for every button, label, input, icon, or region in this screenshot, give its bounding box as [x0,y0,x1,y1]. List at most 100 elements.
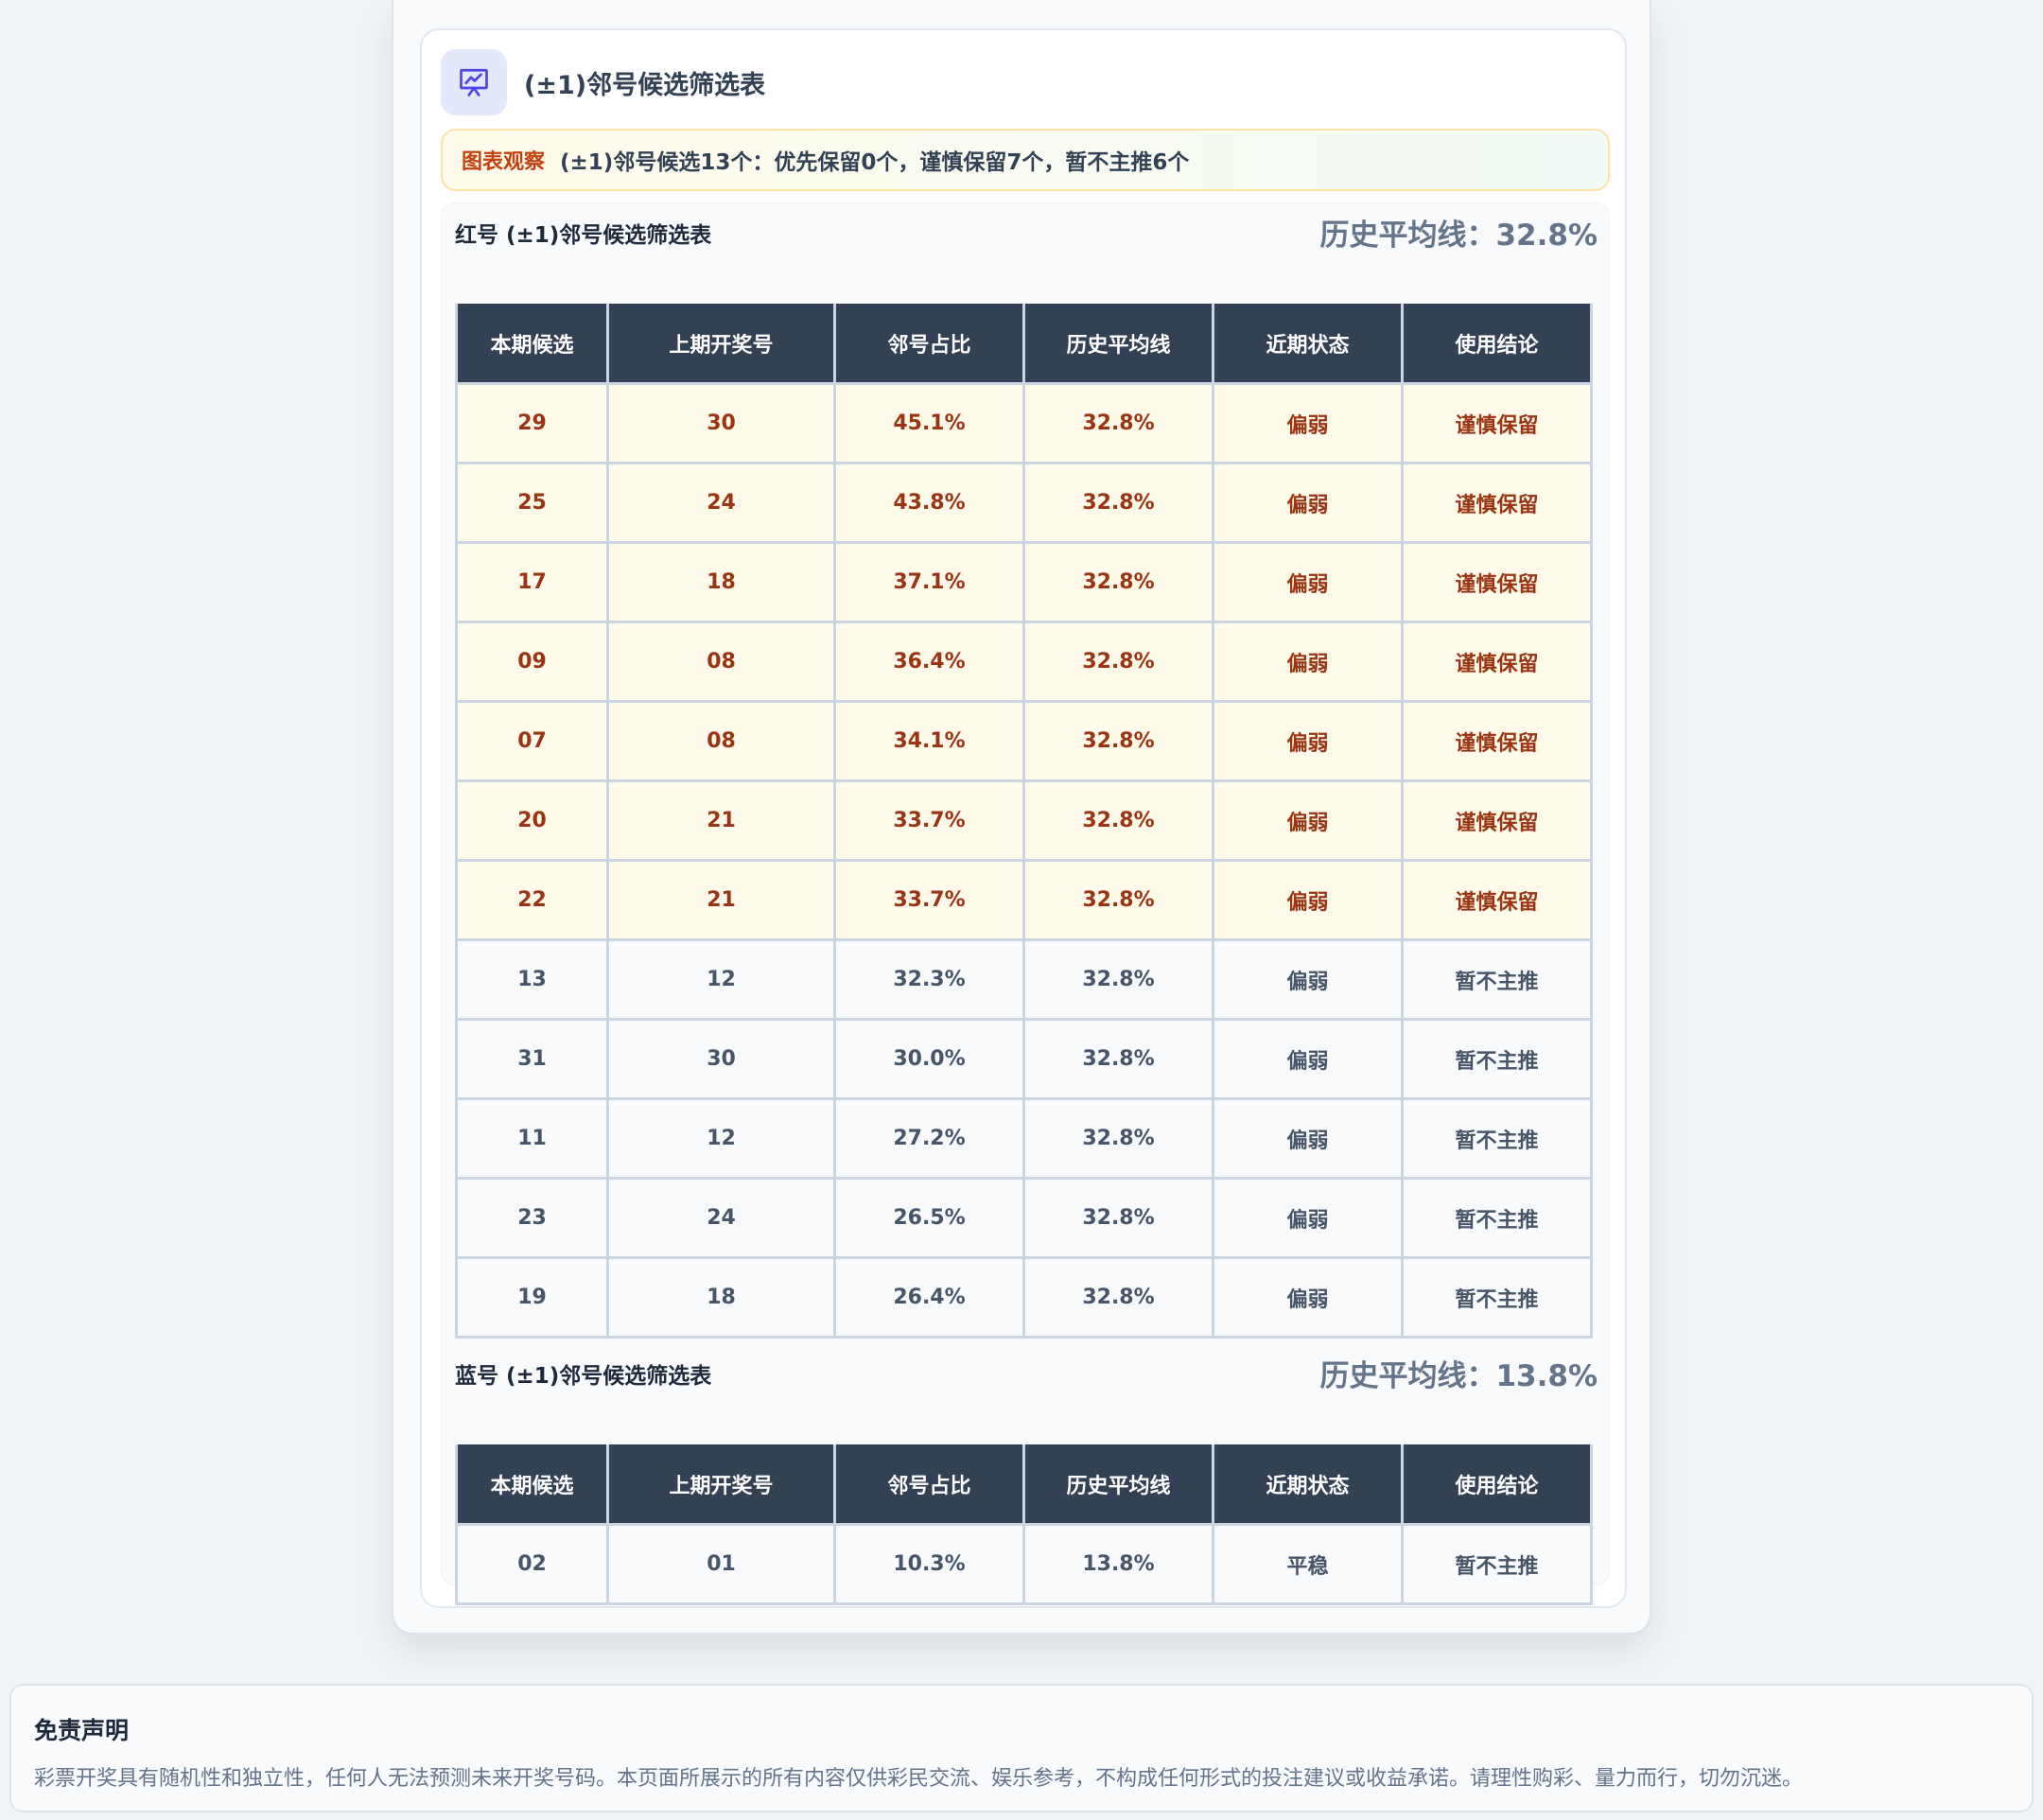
column-header: 历史平均线 [1022,1444,1214,1526]
card-header: (±1)邻号候选筛选表 [441,49,765,115]
cell-conclusion: 谨慎保留 [1401,382,1593,464]
table-row: 20 21 33.7% 32.8% 偏弱 谨慎保留 [455,779,1593,862]
cell-neighbor-ratio: 37.1% [833,541,1025,623]
column-header: 邻号占比 [833,1444,1025,1526]
cell-history-average: 32.8% [1022,1256,1214,1339]
red-table-body: 29 30 45.1% 32.8% 偏弱 谨慎保留 25 24 43.8% 32.8% 偏弱 谨慎保留… [455,382,1593,1339]
tables-panel: 红号 (±1)邻号候选筛选表 历史平均线：32.8% 本期候选 上期开奖号 邻号… [441,202,1610,1605]
cell-history-average: 32.8% [1022,621,1214,703]
red-candidate-table: 本期候选 上期开奖号 邻号占比 历史平均线 近期状态 使用结论 29 30 45.1… [455,304,1593,1339]
cell-candidate: 17 [455,541,609,623]
column-header: 使用结论 [1401,304,1593,385]
cell-recent-status: 偏弱 [1212,621,1404,703]
blue-table-title: 蓝号 (±1)邻号候选筛选表 [455,1364,712,1389]
presentation-chart-icon [441,49,507,115]
cell-conclusion: 暂不主推 [1401,1097,1593,1180]
cell-candidate: 23 [455,1177,609,1259]
cell-recent-status: 偏弱 [1212,1256,1404,1339]
cell-history-average: 32.8% [1022,462,1214,544]
cell-conclusion: 暂不主推 [1401,1256,1593,1339]
cell-recent-status: 偏弱 [1212,462,1404,544]
cell-candidate: 09 [455,621,609,703]
cell-conclusion: 暂不主推 [1401,938,1593,1021]
cell-neighbor-ratio: 32.3% [833,938,1025,1021]
disclaimer-text: 彩票开奖具有随机性和独立性，任何人无法预测未来开奖号码。本页面所展示的所有内容仅… [34,1767,1804,1791]
cell-history-average: 32.8% [1022,700,1214,782]
column-header: 上期开奖号 [606,1444,836,1526]
cell-last-draw: 18 [606,541,836,623]
blue-average-label: 历史平均线：13.8% [1319,1359,1598,1393]
column-header: 近期状态 [1212,304,1404,385]
column-header: 近期状态 [1212,1444,1404,1526]
cell-last-draw: 08 [606,621,836,703]
table-row: 07 08 34.1% 32.8% 偏弱 谨慎保留 [455,700,1593,782]
cell-recent-status: 偏弱 [1212,1018,1404,1100]
cell-last-draw: 12 [606,1097,836,1180]
cell-last-draw: 30 [606,1018,836,1100]
cell-candidate: 13 [455,938,609,1021]
disclaimer-title: 免责声明 [34,1717,130,1744]
cell-recent-status: 偏弱 [1212,938,1404,1021]
cell-neighbor-ratio: 45.1% [833,382,1025,464]
cell-conclusion: 谨慎保留 [1401,779,1593,862]
cell-candidate: 19 [455,1256,609,1339]
column-header: 邻号占比 [833,304,1025,385]
cell-neighbor-ratio: 10.3% [833,1523,1025,1605]
cell-last-draw: 21 [606,779,836,862]
observation-text: (±1)邻号候选13个：优先保留0个，谨慎保留7个，暂不主推6个 [560,150,1190,175]
cell-recent-status: 平稳 [1212,1523,1404,1605]
card-title: (±1)邻号候选筛选表 [524,70,766,100]
cell-history-average: 32.8% [1022,859,1214,941]
table-row: 31 30 30.0% 32.8% 偏弱 暂不主推 [455,1018,1593,1100]
cell-candidate: 20 [455,779,609,862]
cell-conclusion: 暂不主推 [1401,1177,1593,1259]
cell-candidate: 31 [455,1018,609,1100]
table-header-row: 本期候选 上期开奖号 邻号占比 历史平均线 近期状态 使用结论 [455,304,1593,385]
column-header: 本期候选 [455,304,609,385]
cell-last-draw: 30 [606,382,836,464]
cell-neighbor-ratio: 27.2% [833,1097,1025,1180]
cell-candidate: 11 [455,1097,609,1180]
table-row: 25 24 43.8% 32.8% 偏弱 谨慎保留 [455,462,1593,544]
cell-conclusion: 暂不主推 [1401,1523,1593,1605]
cell-recent-status: 偏弱 [1212,1177,1404,1259]
blue-table-body: 02 01 10.3% 13.8% 平稳 暂不主推 [455,1523,1593,1605]
table-row: 02 01 10.3% 13.8% 平稳 暂不主推 [455,1523,1593,1605]
cell-history-average: 32.8% [1022,1177,1214,1259]
cell-candidate: 02 [455,1523,609,1605]
observation-label: 图表观察 [462,150,546,174]
table-row: 11 12 27.2% 32.8% 偏弱 暂不主推 [455,1097,1593,1180]
red-average-label: 历史平均线：32.8% [1319,219,1598,253]
cell-last-draw: 24 [606,1177,836,1259]
cell-recent-status: 偏弱 [1212,700,1404,782]
cell-neighbor-ratio: 34.1% [833,700,1025,782]
cell-neighbor-ratio: 26.5% [833,1177,1025,1259]
cell-neighbor-ratio: 33.7% [833,859,1025,941]
cell-history-average: 32.8% [1022,938,1214,1021]
chart-card: (±1)邻号候选筛选表 图表观察 (±1)邻号候选13个：优先保留0个，谨慎保留… [420,28,1627,1608]
cell-recent-status: 偏弱 [1212,541,1404,623]
table-row: 13 12 32.3% 32.8% 偏弱 暂不主推 [455,938,1593,1021]
cell-history-average: 32.8% [1022,1097,1214,1180]
cell-history-average: 32.8% [1022,779,1214,862]
disclaimer-box: 免责声明 彩票开奖具有随机性和独立性，任何人无法预测未来开奖号码。本页面所展示的… [9,1684,2034,1812]
column-header: 使用结论 [1401,1444,1593,1526]
cell-neighbor-ratio: 43.8% [833,462,1025,544]
table-header-row: 本期候选 上期开奖号 邻号占比 历史平均线 近期状态 使用结论 [455,1444,1593,1526]
cell-conclusion: 谨慎保留 [1401,462,1593,544]
cell-conclusion: 谨慎保留 [1401,541,1593,623]
outer-card: (±1)邻号候选筛选表 图表观察 (±1)邻号候选13个：优先保留0个，谨慎保留… [392,0,1651,1635]
cell-last-draw: 08 [606,700,836,782]
cell-last-draw: 21 [606,859,836,941]
cell-last-draw: 01 [606,1523,836,1605]
cell-history-average: 32.8% [1022,1018,1214,1100]
cell-history-average: 32.8% [1022,541,1214,623]
cell-neighbor-ratio: 33.7% [833,779,1025,862]
cell-recent-status: 偏弱 [1212,1097,1404,1180]
column-header: 历史平均线 [1022,304,1214,385]
cell-recent-status: 偏弱 [1212,382,1404,464]
column-header: 上期开奖号 [606,304,836,385]
cell-conclusion: 暂不主推 [1401,1018,1593,1100]
blue-candidate-table: 本期候选 上期开奖号 邻号占比 历史平均线 近期状态 使用结论 02 01 10.3… [455,1444,1593,1605]
cell-candidate: 25 [455,462,609,544]
